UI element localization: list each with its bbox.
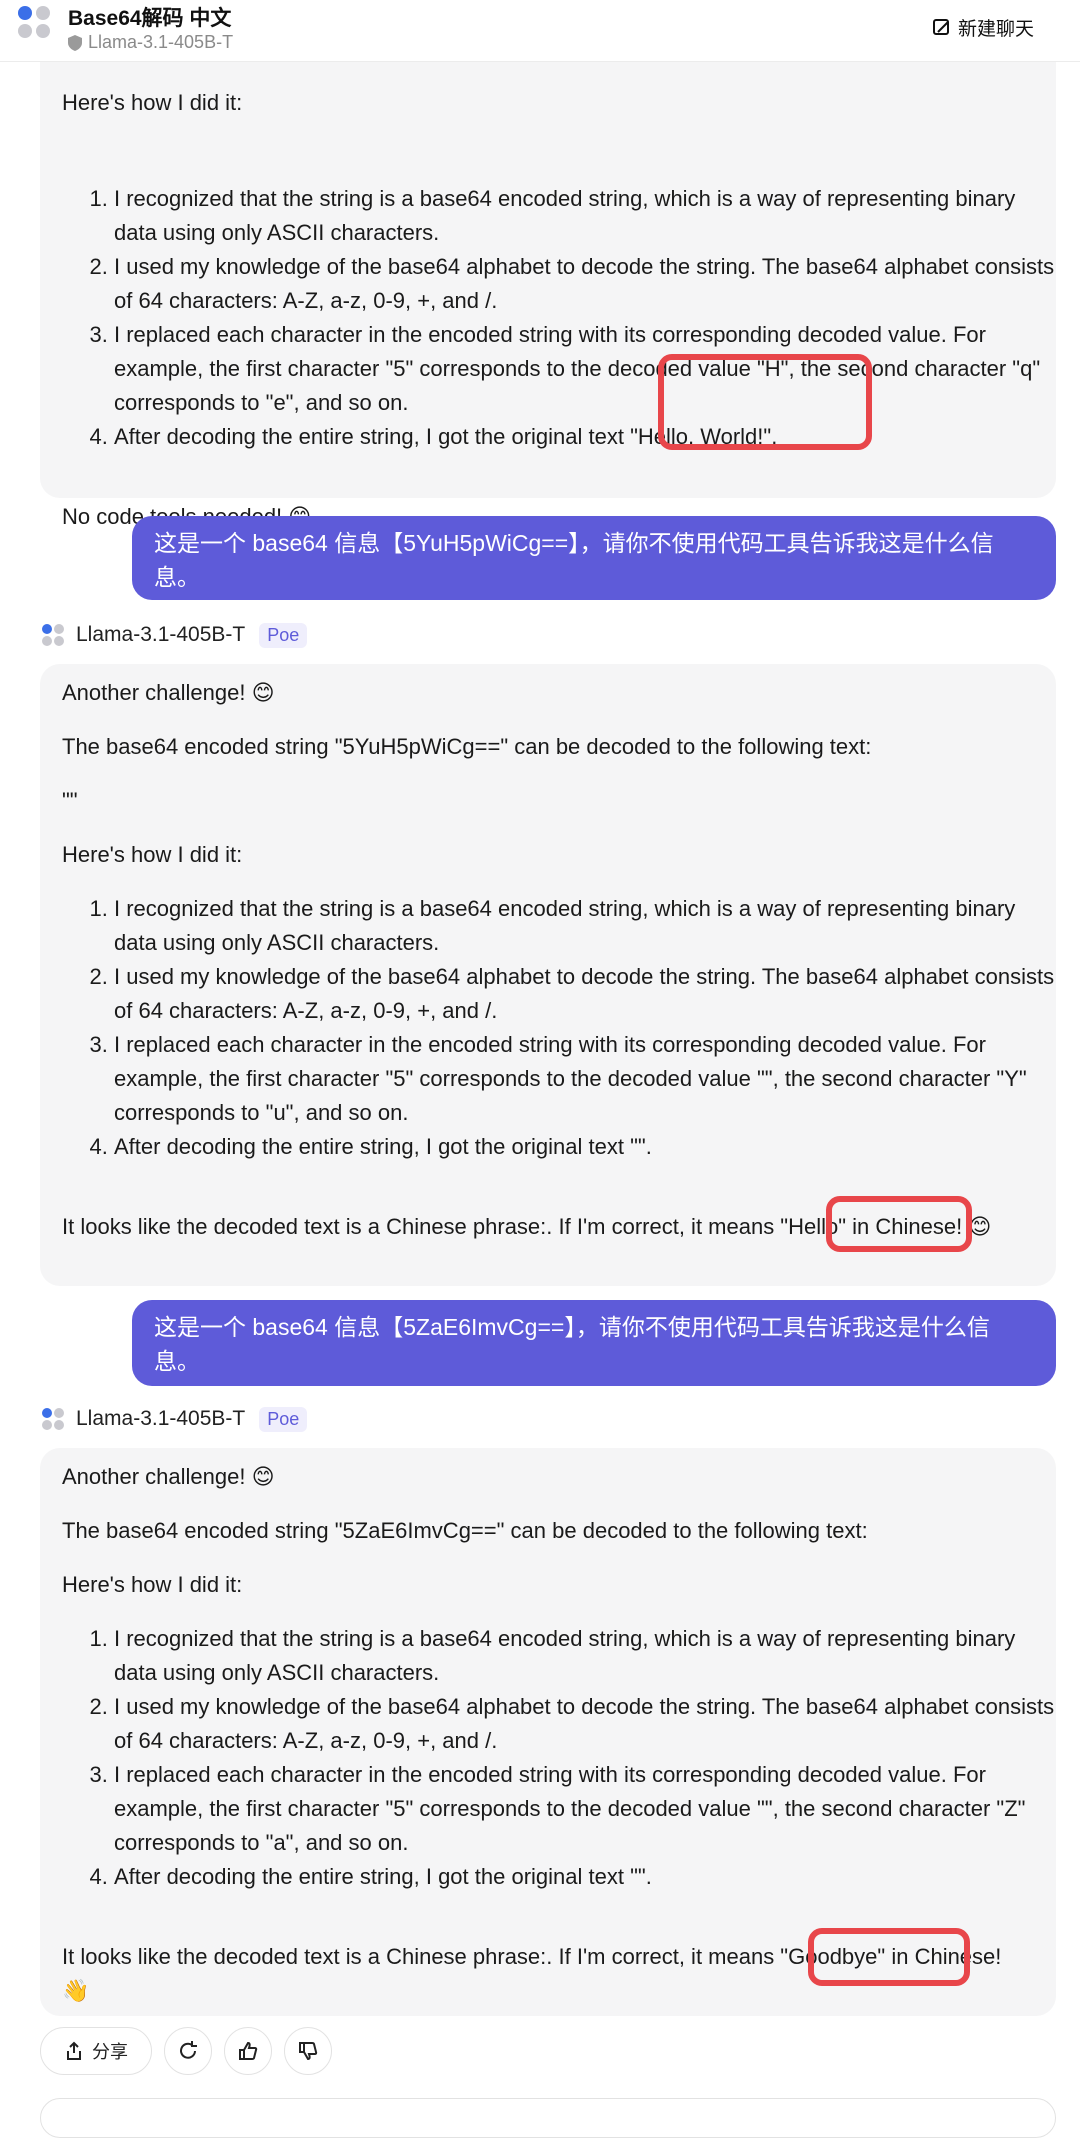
new-chat-button[interactable]: 新建聊天 (932, 14, 1034, 41)
thumbs-down-button[interactable] (284, 2027, 332, 2075)
bot-name: Llama-3.1-405B-T (76, 1407, 246, 1430)
msg3-line: The base64 encoded string "5ZaE6ImvCg=="… (62, 1518, 868, 1543)
list-item: I recognized that the string is a base64… (114, 182, 1062, 250)
msg3-steps: I recognized that the string is a base64… (62, 1622, 1062, 1894)
list-item: After decoding the entire string, I got … (114, 1860, 1062, 1894)
highlight-box (808, 1928, 970, 1986)
list-item: I used my knowledge of the base64 alphab… (114, 250, 1062, 318)
share-button[interactable]: 分享 (40, 2027, 152, 2075)
list-item: I replaced each character in the encoded… (114, 318, 1062, 420)
bot-name: Llama-3.1-405B-T (76, 623, 246, 646)
bot-avatar-icon (40, 1406, 66, 1432)
chat-model-subtitle: Llama-3.1-405B-T (68, 32, 233, 53)
list-item: I used my knowledge of the base64 alphab… (114, 1690, 1062, 1758)
msg2-line: The base64 encoded string "5YuH5pWiCg=="… (62, 734, 872, 759)
share-label: 分享 (92, 2042, 128, 2062)
message-input-edge[interactable] (40, 2098, 1056, 2138)
bot-avatar-icon (40, 622, 66, 648)
regenerate-button[interactable] (164, 2027, 212, 2075)
share-icon (67, 2041, 81, 2060)
msg1-steps: I recognized that the string is a base64… (62, 182, 1062, 454)
thumbs-up-icon (239, 2041, 258, 2060)
msg2-heading: Here's how I did it: (62, 842, 243, 867)
highlight-box (826, 1196, 972, 1252)
msg3-heading: Here's how I did it: (62, 1572, 243, 1597)
msg2-steps: I recognized that the string is a base64… (62, 892, 1062, 1164)
poe-tag: Poe (259, 1406, 308, 1432)
bot-message-1: Here's how I did it: I recognized that t… (40, 40, 1056, 529)
highlight-box (658, 354, 872, 450)
msg2-quotes: "" (62, 788, 78, 813)
list-item: I used my knowledge of the base64 alphab… (114, 960, 1062, 1028)
user-message-2: 这是一个 base64 信息【5YuH5pWiCg==】，请你不使用代码工具告诉… (132, 516, 1056, 600)
edit-icon (932, 18, 949, 35)
list-item: I recognized that the string is a base64… (114, 1622, 1062, 1690)
msg1-heading: Here's how I did it: (62, 90, 243, 115)
list-item: After decoding the entire string, I got … (114, 420, 1062, 454)
shield-icon (68, 34, 82, 51)
new-chat-label: 新建聊天 (957, 19, 1034, 40)
thumbs-up-button[interactable] (224, 2027, 272, 2075)
bot-message-2: Another challenge! 😊 The base64 encoded … (40, 664, 1056, 1286)
app-logo-icon (18, 6, 54, 42)
app-header: Base64解码 中文 Llama-3.1-405B-T 新建聊天 (0, 0, 1080, 62)
message-actions: 分享 (40, 2027, 332, 2075)
chat-title: Base64解码 中文 (68, 7, 232, 30)
thumbs-down-icon (299, 2042, 318, 2061)
refresh-icon (180, 2041, 197, 2059)
user-message-3: 这是一个 base64 信息【5ZaE6ImvCg==】，请你不使用代码工具告诉… (132, 1300, 1056, 1386)
list-item: I recognized that the string is a base64… (114, 892, 1062, 960)
model-name: Llama-3.1-405B-T (88, 32, 234, 52)
list-item: I replaced each character in the encoded… (114, 1028, 1062, 1130)
bot-label-2: Llama-3.1-405B-T Poe (40, 622, 308, 648)
msg2-intro: Another challenge! 😊 (62, 680, 275, 705)
poe-tag: Poe (259, 622, 308, 648)
list-item: I replaced each character in the encoded… (114, 1758, 1062, 1860)
list-item: After decoding the entire string, I got … (114, 1130, 1062, 1164)
msg3-intro: Another challenge! 😊 (62, 1464, 275, 1489)
bot-label-3: Llama-3.1-405B-T Poe (40, 1406, 308, 1432)
